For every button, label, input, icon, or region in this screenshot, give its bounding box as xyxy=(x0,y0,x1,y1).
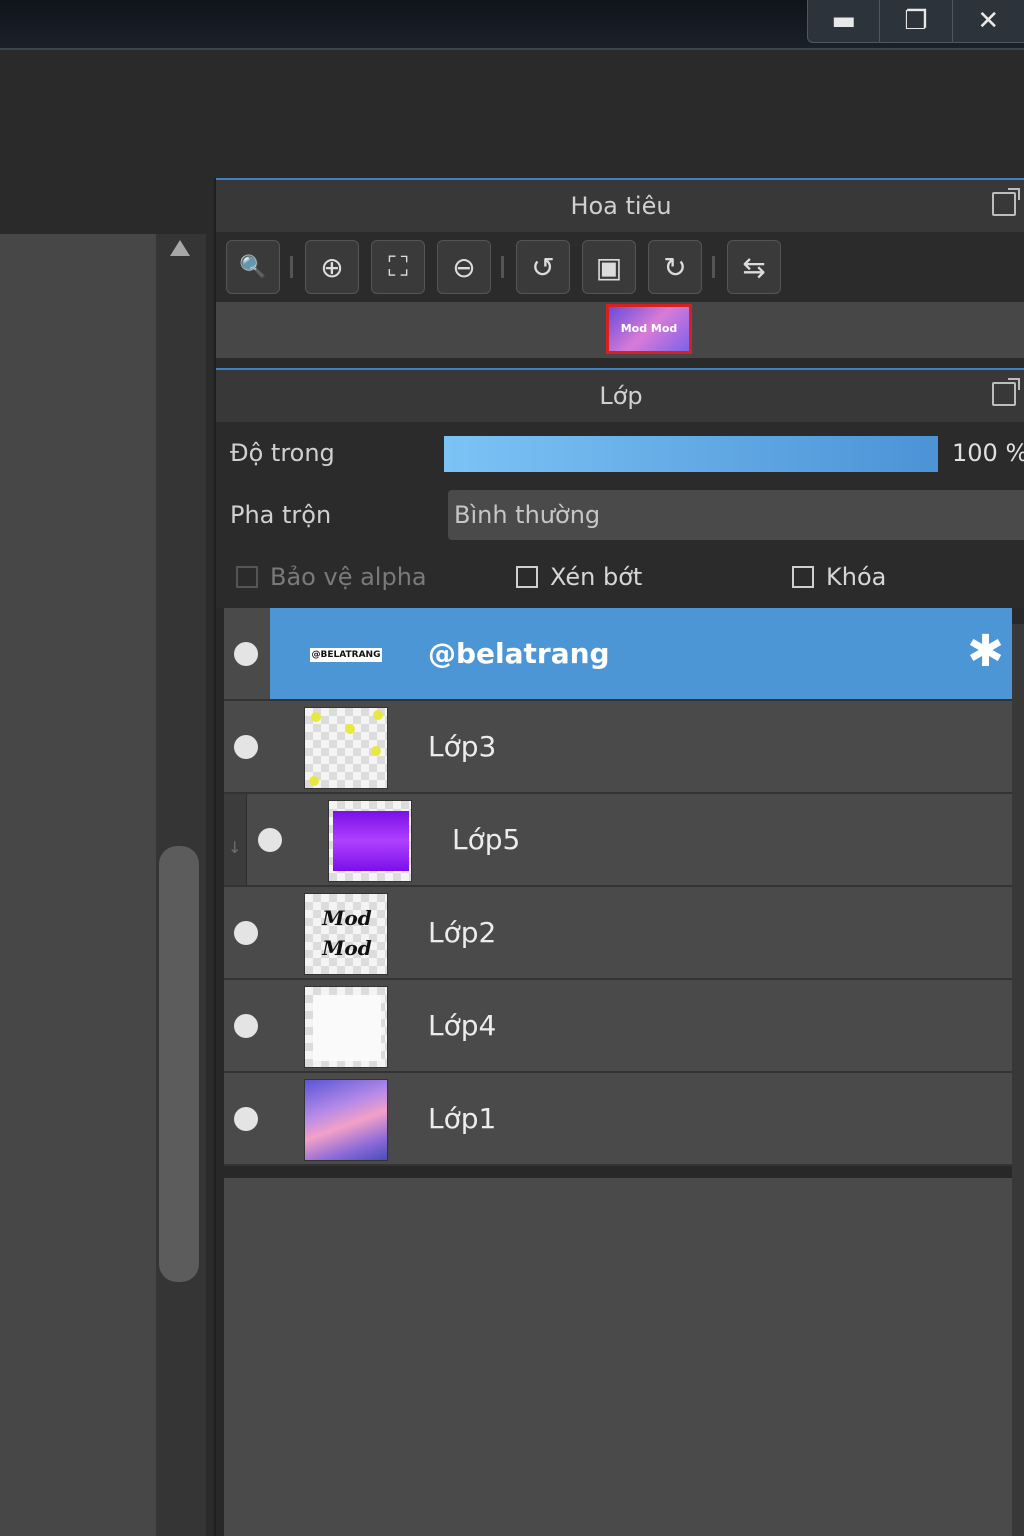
flip-horizontal-button[interactable]: ⇆ xyxy=(727,240,781,294)
right-panel: Hoa tiêu 🔍 ⊕ ⛶ ⊖ ↺ ▣ ↻ ⇆ Mod Mod Lớp Độ … xyxy=(214,178,1024,1536)
blend-mode-value: Bình thường xyxy=(454,501,601,529)
layer-thumbnail xyxy=(304,986,388,1068)
layer-list: @BELATRANG @belatrang ✱ Lớp3 ↓ Lớp5 Mod … xyxy=(224,608,1012,1166)
reset-view-button[interactable]: ▣ xyxy=(582,240,636,294)
lock-label: Khóa xyxy=(826,563,887,591)
layer-thumbnail xyxy=(304,707,388,789)
navigator-title: Hoa tiêu xyxy=(570,192,672,220)
layer-list-scrollbar[interactable] xyxy=(1012,624,1024,1536)
opacity-value: 100 % xyxy=(952,439,1024,467)
gear-icon[interactable]: ✱ xyxy=(967,630,1004,674)
opacity-slider[interactable] xyxy=(444,436,938,472)
protect-alpha-label: Bảo vệ alpha xyxy=(270,563,427,591)
toolbar-divider xyxy=(712,256,715,278)
thumbnail-text: Mod xyxy=(322,906,372,930)
layer-row-lop5[interactable]: ↓ Lớp5 xyxy=(224,794,1012,887)
zoom-out-icon: ⊖ xyxy=(452,250,476,284)
clip-arrow-icon: ↓ xyxy=(228,838,242,857)
opacity-row: Độ trong 100 % xyxy=(216,422,1024,484)
blend-row: Pha trộn Bình thường xyxy=(216,484,1024,546)
layer-name: Lớp2 xyxy=(428,916,497,949)
clipping-label: Xén bớt xyxy=(550,563,643,591)
rotate-left-icon: ↺ xyxy=(531,250,555,284)
opacity-slider-fill xyxy=(444,436,938,472)
fit-screen-icon: ⛶ xyxy=(388,250,408,283)
layer-visibility-column: ↓ xyxy=(224,794,294,885)
visibility-toggle-icon[interactable] xyxy=(234,642,258,666)
layer-visibility-column xyxy=(224,887,270,978)
checkbox-box xyxy=(516,566,538,588)
minimize-button[interactable]: ▬ xyxy=(808,0,879,42)
checkbox-box xyxy=(792,566,814,588)
clipping-checkbox[interactable]: Xén bớt xyxy=(516,546,642,608)
layer-thumbnail xyxy=(328,800,412,882)
layer-row-belatrang[interactable]: @BELATRANG @belatrang ✱ xyxy=(224,608,1012,701)
layer-thumbnail: @BELATRANG xyxy=(304,614,388,696)
window-controls: ▬ ❐ ✕ xyxy=(807,0,1024,43)
layer-list-empty-area xyxy=(224,1178,1012,1536)
layer-visibility-column xyxy=(224,1073,270,1164)
layer-row-lop3[interactable]: Lớp3 xyxy=(224,701,1012,794)
visibility-toggle-icon[interactable] xyxy=(234,735,258,759)
thumbnail-text-block: @BELATRANG xyxy=(304,614,388,696)
navigator-canvas-thumbnail[interactable]: Mod Mod xyxy=(606,304,692,354)
opacity-label: Độ trong xyxy=(230,439,335,467)
fit-screen-button[interactable]: ⛶ xyxy=(371,240,425,294)
zoom-actual-button[interactable]: 🔍 xyxy=(226,240,280,294)
layer-visibility-column xyxy=(224,980,270,1071)
layer-name: Lớp5 xyxy=(452,823,521,856)
blend-mode-select[interactable]: Bình thường xyxy=(448,490,1024,540)
clipping-indicator: ↓ xyxy=(224,794,247,885)
navigator-thumbnail-text: Mod Mod xyxy=(620,322,678,335)
layer-thumbnail xyxy=(304,1079,388,1161)
toolbar-divider xyxy=(501,256,504,278)
layer-name: @belatrang xyxy=(428,637,610,670)
layer-row-lop1[interactable]: Lớp1 xyxy=(224,1073,1012,1166)
thumbnail-text: Mod xyxy=(322,936,372,960)
navigator-toolbar: 🔍 ⊕ ⛶ ⊖ ↺ ▣ ↻ ⇆ xyxy=(216,232,1024,302)
layer-name: Lớp1 xyxy=(428,1102,497,1135)
thumbnail-text: @BELATRANG xyxy=(309,648,383,662)
close-button[interactable]: ✕ xyxy=(951,0,1024,42)
scrollbar-thumb[interactable] xyxy=(159,846,199,1282)
zoom-actual-icon: 🔍 xyxy=(239,254,267,280)
navigator-title-bar: Hoa tiêu xyxy=(216,178,1024,232)
layer-name: Lớp4 xyxy=(428,1009,497,1042)
zoom-out-button[interactable]: ⊖ xyxy=(437,240,491,294)
visibility-toggle-icon[interactable] xyxy=(234,1014,258,1038)
layer-options: Bảo vệ alpha Xén bớt Khóa xyxy=(216,546,1024,608)
canvas-viewport[interactable] xyxy=(0,234,156,1536)
layer-row-lop4[interactable]: Lớp4 xyxy=(224,980,1012,1073)
reset-view-icon: ▣ xyxy=(595,250,623,284)
visibility-toggle-icon[interactable] xyxy=(258,828,282,852)
canvas-vertical-scrollbar[interactable] xyxy=(156,234,206,1536)
navigator-preview: Mod Mod xyxy=(216,302,1024,358)
checkbox-box xyxy=(236,566,258,588)
restore-button[interactable]: ❐ xyxy=(879,0,951,42)
layers-popout-icon[interactable] xyxy=(992,378,1020,406)
visibility-toggle-icon[interactable] xyxy=(234,921,258,945)
lock-checkbox[interactable]: Khóa xyxy=(792,546,886,608)
navigator-popout-icon[interactable] xyxy=(992,188,1020,216)
zoom-in-icon: ⊕ xyxy=(320,250,344,284)
layer-thumbnail: Mod Mod xyxy=(304,893,388,975)
layer-visibility-column xyxy=(224,608,270,699)
layers-title: Lớp xyxy=(599,382,643,410)
flip-horizontal-icon: ⇆ xyxy=(742,250,766,284)
blend-label: Pha trộn xyxy=(230,501,332,529)
layer-visibility-column xyxy=(224,701,270,792)
layer-name: Lớp3 xyxy=(428,730,497,763)
rotate-right-icon: ↻ xyxy=(663,250,687,284)
zoom-in-button[interactable]: ⊕ xyxy=(305,240,359,294)
protect-alpha-checkbox[interactable]: Bảo vệ alpha xyxy=(236,546,427,608)
layers-title-bar: Lớp xyxy=(216,368,1024,422)
visibility-toggle-icon[interactable] xyxy=(234,1107,258,1131)
rotate-left-button[interactable]: ↺ xyxy=(516,240,570,294)
toolbar-divider xyxy=(290,256,293,278)
scroll-up-arrow-icon[interactable] xyxy=(170,240,190,256)
rotate-right-button[interactable]: ↻ xyxy=(648,240,702,294)
window-titlebar: ▬ ❐ ✕ xyxy=(0,0,1024,50)
layer-row-lop2[interactable]: Mod Mod Lớp2 xyxy=(224,887,1012,980)
